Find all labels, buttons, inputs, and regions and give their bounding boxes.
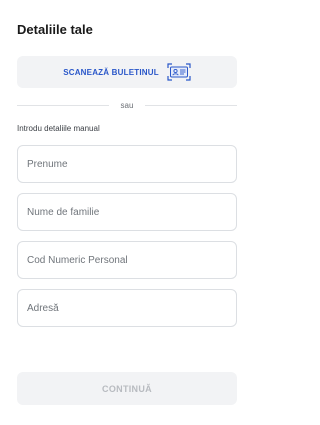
divider-line-left: [17, 104, 109, 106]
first-name-input[interactable]: [17, 145, 237, 183]
address-input[interactable]: [17, 289, 237, 327]
id-card-scan-icon: [167, 63, 191, 81]
continue-button[interactable]: CONTINUĂ: [17, 372, 237, 405]
last-name-input[interactable]: [17, 193, 237, 231]
scan-id-label: SCANEAZĂ BULETINUL: [63, 67, 159, 77]
page-title: Detaliile tale: [17, 22, 93, 37]
manual-entry-label: Introdu detaliile manual: [17, 124, 100, 133]
cnp-input[interactable]: [17, 241, 237, 279]
or-divider: sau: [17, 99, 237, 111]
divider-line-right: [145, 104, 237, 106]
scan-id-button[interactable]: SCANEAZĂ BULETINUL: [17, 56, 237, 88]
divider-text: sau: [120, 100, 134, 110]
details-screen: Detaliile tale SCANEAZĂ BULETINUL sau In…: [0, 0, 250, 425]
